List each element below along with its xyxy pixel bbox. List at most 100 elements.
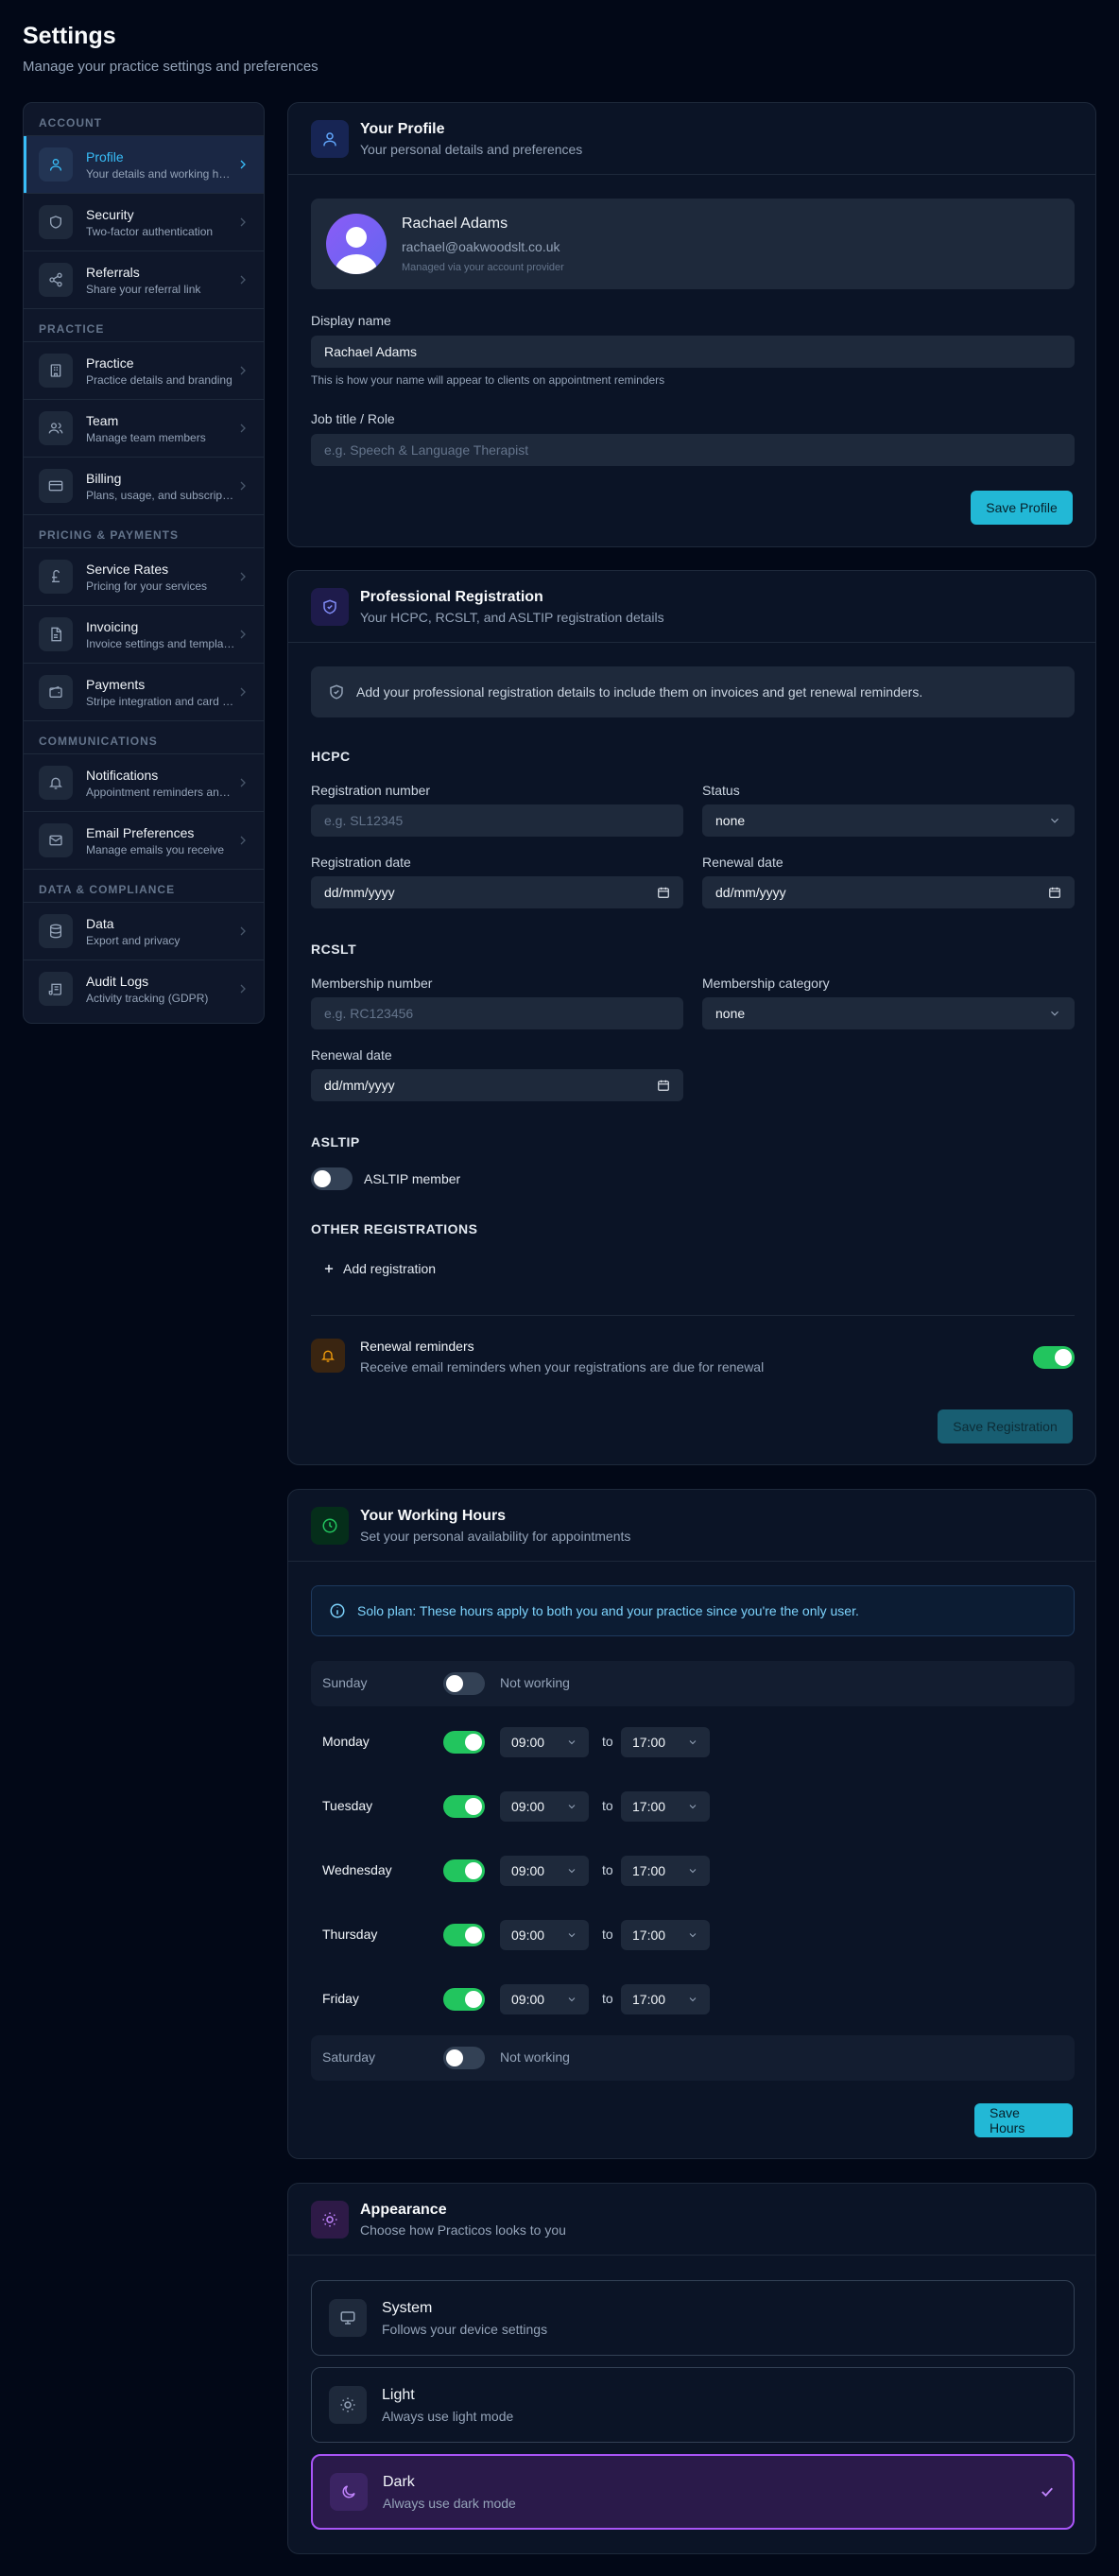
to-label: to [602, 1734, 613, 1749]
day-name: Tuesday [322, 1798, 373, 1813]
sidebar-item-email-preferences[interactable]: Email Preferences Manage emails you rece… [24, 811, 264, 869]
credit-card-icon [39, 469, 73, 503]
sidebar-item-security[interactable]: Security Two-factor authentication [24, 193, 264, 251]
rcslt-membership-number-input[interactable]: e.g. RC123456 [311, 997, 683, 1029]
display-name-input[interactable]: Rachael Adams [311, 336, 1075, 368]
hcpc-reg-date-label: Registration date [311, 855, 411, 870]
asltip-member-toggle[interactable] [311, 1167, 353, 1190]
calendar-icon[interactable] [657, 1079, 670, 1092]
sidebar-item-billing[interactable]: Billing Plans, usage, and subscription [24, 457, 264, 514]
wednesday-toggle[interactable] [443, 1859, 485, 1882]
wednesday-start-select[interactable]: 09:00 [500, 1856, 589, 1886]
hcpc-renewal-value: dd/mm/yyyy [715, 885, 786, 900]
day-row-tuesday: Tuesday 09:00 to 17:00 [311, 1784, 1075, 1829]
tuesday-toggle[interactable] [443, 1795, 485, 1818]
chevron-down-icon [568, 1933, 576, 1938]
tuesday-start-select[interactable]: 09:00 [500, 1791, 589, 1822]
saturday-toggle[interactable] [443, 2047, 485, 2069]
sidebar-item-desc: Practice details and branding [86, 372, 232, 387]
page-subtitle: Manage your practice settings and prefer… [23, 59, 318, 75]
sidebar-item-invoicing[interactable]: Invoicing Invoice settings and templates [24, 605, 264, 663]
hcpc-heading: HCPC [311, 749, 351, 764]
plus-icon [324, 1264, 334, 1273]
hcpc-status-select[interactable]: none [702, 804, 1075, 837]
theme-label: System [382, 2299, 433, 2316]
other-registrations-heading: OTHER REGISTRATIONS [311, 1221, 478, 1236]
sidebar-item-payments[interactable]: Payments Stripe integration and card pay… [24, 663, 264, 720]
sidebar-item-team[interactable]: Team Manage team members [24, 399, 264, 457]
monday-start-select[interactable]: 09:00 [500, 1727, 589, 1757]
scroll-icon [39, 972, 73, 1006]
theme-option-system[interactable]: System Follows your device settings [311, 2280, 1075, 2356]
users-icon [39, 411, 73, 445]
page-title: Settings [23, 23, 116, 49]
chevron-right-icon [240, 630, 246, 639]
chevron-down-icon [568, 1869, 576, 1874]
tuesday-end-select[interactable]: 17:00 [621, 1791, 710, 1822]
hcpc-reg-date-input[interactable]: dd/mm/yyyy [311, 876, 683, 908]
sidebar-item-profile[interactable]: Profile Your details and working hours [24, 135, 264, 193]
thursday-toggle[interactable] [443, 1924, 485, 1946]
card-title: Your Profile [360, 120, 445, 137]
monday-toggle[interactable] [443, 1731, 485, 1754]
sidebar-item-label: Profile [86, 148, 124, 164]
rcslt-renewal-label: Renewal date [311, 1047, 392, 1063]
day-row-wednesday: Wednesday 09:00 to 17:00 [311, 1848, 1075, 1893]
theme-desc: Follows your device settings [382, 2321, 548, 2337]
rcslt-renewal-input[interactable]: dd/mm/yyyy [311, 1069, 683, 1101]
sidebar-item-label: Data [86, 915, 114, 931]
job-title-input[interactable]: e.g. Speech & Language Therapist [311, 434, 1075, 466]
day-row-friday: Friday 09:00 to 17:00 [311, 1977, 1075, 2022]
sidebar-item-audit-logs[interactable]: Audit Logs Activity tracking (GDPR) [24, 960, 264, 1017]
save-hours-button[interactable]: Save Hours [974, 2103, 1073, 2137]
theme-desc: Always use light mode [382, 2408, 514, 2424]
hcpc-reg-number-input[interactable]: e.g. SL12345 [311, 804, 683, 837]
sidebar-item-data[interactable]: Data Export and privacy [24, 902, 264, 960]
add-registration-button[interactable]: Add registration [322, 1257, 436, 1280]
hcpc-renewal-input[interactable]: dd/mm/yyyy [702, 876, 1075, 908]
thursday-end-select[interactable]: 17:00 [621, 1920, 710, 1950]
registration-notice-text: Add your professional registration detai… [356, 684, 923, 700]
chevron-right-icon [240, 572, 246, 581]
theme-label: Light [382, 2386, 415, 2403]
friday-start-select[interactable]: 09:00 [500, 1984, 589, 2014]
end-time: 17:00 [632, 1799, 666, 1814]
day-row-monday: Monday 09:00 to 17:00 [311, 1720, 1075, 1765]
theme-option-light[interactable]: Light Always use light mode [311, 2367, 1075, 2443]
sidebar-item-referrals[interactable]: Referrals Share your referral link [24, 251, 264, 308]
sidebar-item-desc: Stripe integration and card payments [86, 694, 235, 708]
sidebar-item-label: Payments [86, 676, 146, 692]
card-subtitle: Choose how Practicos looks to you [360, 2222, 566, 2238]
wednesday-end-select[interactable]: 17:00 [621, 1856, 710, 1886]
end-time: 17:00 [632, 1735, 666, 1750]
card-title: Your Working Hours [360, 1507, 507, 1524]
start-time: 09:00 [511, 1928, 545, 1943]
renewal-reminders-toggle[interactable] [1033, 1346, 1075, 1369]
calendar-icon[interactable] [1048, 886, 1061, 899]
sidebar-item-service-rates[interactable]: Service Rates Pricing for your services [24, 547, 264, 605]
sidebar-item-practice[interactable]: Practice Practice details and branding [24, 341, 264, 399]
rcslt-category-select[interactable]: none [702, 997, 1075, 1029]
sidebar-item-label: Referrals [86, 264, 140, 280]
theme-option-dark[interactable]: Dark Always use dark mode [311, 2454, 1075, 2530]
chevron-right-icon [240, 481, 246, 491]
sidebar-item-desc: Manage emails you receive [86, 842, 225, 856]
friday-toggle[interactable] [443, 1988, 485, 2011]
sidebar-section-practice: PRACTICE Practice Practice details and b… [24, 308, 264, 514]
day-row-saturday: Saturday Not working [311, 2035, 1075, 2081]
calendar-icon[interactable] [657, 886, 670, 899]
start-time: 09:00 [511, 1735, 545, 1750]
sidebar-item-notifications[interactable]: Notifications Appointment reminders and … [24, 753, 264, 811]
sidebar-item-desc: Activity tracking (GDPR) [86, 991, 209, 1005]
chevron-down-icon [568, 1997, 576, 2002]
save-profile-button[interactable]: Save Profile [971, 491, 1073, 525]
save-registration-button[interactable]: Save Registration [938, 1409, 1073, 1444]
card-header: Professional Registration Your HCPC, RCS… [288, 571, 1095, 643]
sunday-toggle[interactable] [443, 1672, 485, 1695]
card-title: Professional Registration [360, 588, 543, 605]
thursday-start-select[interactable]: 09:00 [500, 1920, 589, 1950]
friday-end-select[interactable]: 17:00 [621, 1984, 710, 2014]
monday-end-select[interactable]: 17:00 [621, 1727, 710, 1757]
hcpc-renewal-label: Renewal date [702, 855, 783, 870]
account-managed-note: Managed via your account provider [402, 262, 564, 273]
